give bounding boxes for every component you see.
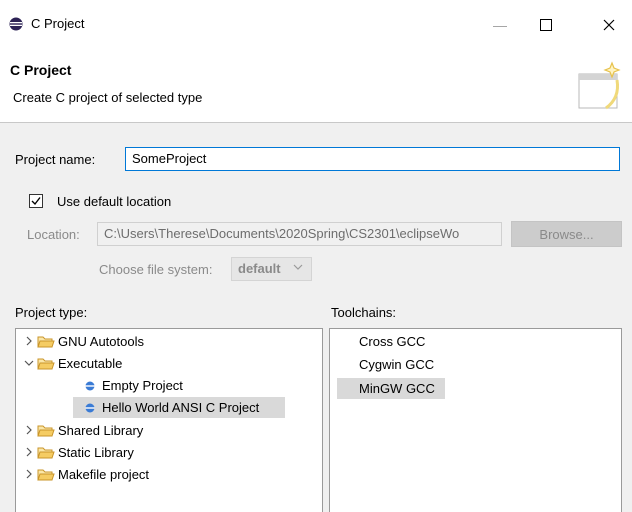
folder-icon bbox=[37, 336, 55, 348]
use-default-location-label: Use default location bbox=[57, 194, 172, 209]
tree-item-label: GNU Autotools bbox=[58, 334, 144, 349]
chevron-right-icon[interactable] bbox=[23, 424, 35, 436]
location-label: Location: bbox=[27, 227, 80, 242]
toolchain-mingw-gcc[interactable]: MinGW GCC bbox=[337, 378, 445, 399]
tree-item-hello-world-ansi-c-project[interactable]: Hello World ANSI C Project bbox=[73, 397, 285, 418]
project-type-icon bbox=[85, 403, 95, 413]
folder-icon bbox=[37, 425, 55, 437]
title-bar: C Project — bbox=[0, 0, 632, 48]
maximize-button[interactable] bbox=[523, 10, 569, 40]
file-system-label: Choose file system: bbox=[99, 262, 213, 277]
folder-icon bbox=[37, 447, 55, 459]
tree-item-label: Empty Project bbox=[102, 378, 183, 393]
location-input[interactable]: C:\Users\Therese\Documents\2020Spring\CS… bbox=[97, 222, 502, 246]
c-project-dialog: C Project — C Project Create C project o… bbox=[0, 0, 632, 512]
close-button[interactable] bbox=[586, 10, 632, 40]
minimize-icon: — bbox=[493, 17, 507, 33]
tree-item-executable[interactable]: Executable bbox=[16, 353, 322, 374]
tree-item-label: Shared Library bbox=[58, 423, 144, 438]
chevron-right-icon[interactable] bbox=[23, 468, 35, 480]
tree-item-label: Static Library bbox=[58, 445, 134, 460]
eclipse-app-icon bbox=[9, 17, 23, 31]
project-type-label: Project type: bbox=[15, 305, 88, 320]
tree-item-gnu-autotools[interactable]: GNU Autotools bbox=[16, 331, 322, 352]
project-type-icon bbox=[85, 381, 95, 391]
header-separator bbox=[0, 122, 632, 123]
browse-button[interactable]: Browse... bbox=[511, 221, 622, 247]
page-subtitle: Create C project of selected type bbox=[13, 90, 203, 105]
check-icon bbox=[31, 197, 41, 206]
tree-item-shared-library[interactable]: Shared Library bbox=[16, 420, 322, 441]
open-folder-icon bbox=[37, 358, 55, 370]
window-title: C Project bbox=[31, 16, 85, 31]
use-default-location-checkbox[interactable] bbox=[29, 194, 43, 208]
maximize-icon bbox=[540, 19, 552, 31]
toolchains-list[interactable]: Cross GCC Cygwin GCC MinGW GCC bbox=[329, 328, 622, 512]
toolchains-label: Toolchains: bbox=[331, 305, 397, 320]
tree-item-label: Hello World ANSI C Project bbox=[102, 400, 260, 415]
chevron-down-icon[interactable] bbox=[23, 357, 35, 369]
tree-item-empty-project[interactable]: Empty Project bbox=[16, 375, 322, 396]
tree-item-label: Executable bbox=[58, 356, 123, 371]
minimize-button[interactable]: — bbox=[477, 10, 523, 40]
toolchain-cygwin-gcc[interactable]: Cygwin GCC bbox=[337, 354, 434, 375]
folder-icon bbox=[37, 469, 55, 481]
chevron-right-icon[interactable] bbox=[23, 335, 35, 347]
close-icon bbox=[603, 19, 615, 31]
wizard-header: C Project Create C project of selected t… bbox=[0, 48, 632, 122]
tree-item-makefile-project[interactable]: Makefile project bbox=[16, 464, 322, 485]
new-project-wizard-icon bbox=[578, 61, 621, 110]
project-name-input[interactable]: SomeProject bbox=[125, 147, 620, 171]
chevron-right-icon[interactable] bbox=[23, 446, 35, 458]
project-name-label: Project name: bbox=[15, 152, 96, 167]
project-type-tree[interactable]: GNU Autotools Executable Empty Project H… bbox=[15, 328, 323, 512]
chevron-down-icon bbox=[293, 264, 303, 270]
tree-item-static-library[interactable]: Static Library bbox=[16, 442, 322, 463]
tree-item-label: Makefile project bbox=[58, 467, 150, 482]
toolchain-cross-gcc[interactable]: Cross GCC bbox=[337, 331, 425, 352]
page-title: C Project bbox=[10, 62, 72, 78]
